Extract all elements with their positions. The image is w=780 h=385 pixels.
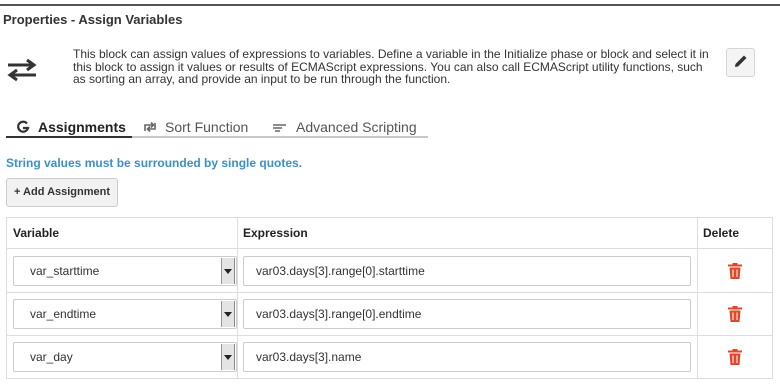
swap-arrows-icon	[6, 58, 38, 82]
expression-input[interactable]: var03.days[3].range[0].endtime	[243, 299, 691, 329]
variable-select-value: var_starttime	[30, 264, 100, 278]
trash-icon	[728, 348, 742, 368]
delete-row-button[interactable]	[725, 262, 745, 282]
expression-input[interactable]: var03.days[3].range[0].starttime	[243, 256, 691, 286]
assignments-table: Variable Expression Delete var_starttime…	[6, 217, 773, 379]
panel-title: Properties - Assign Variables	[3, 12, 183, 27]
trash-icon	[728, 305, 742, 325]
active-tab-indicator	[6, 136, 132, 138]
sort-icon	[143, 120, 157, 134]
delete-row-button[interactable]	[725, 348, 745, 368]
add-assignment-button[interactable]: + Add Assignment	[6, 178, 118, 207]
dropdown-arrow-icon[interactable]	[221, 344, 235, 370]
tab-advanced-scripting[interactable]: Advanced Scripting	[272, 116, 417, 138]
tab-bar: Assignments Sort Function Advanced Scrip…	[6, 112, 428, 138]
variable-header: Variable	[13, 226, 60, 240]
variable-select[interactable]: var_day	[13, 342, 237, 372]
expression-value: var03.days[3].range[0].starttime	[256, 264, 425, 278]
table-row: var_endtime var03.days[3].range[0].endti…	[7, 293, 772, 336]
variable-select[interactable]: var_starttime	[13, 256, 237, 286]
trash-icon	[728, 262, 742, 282]
delete-header: Delete	[703, 226, 740, 240]
expression-value: var03.days[3].range[0].endtime	[256, 307, 422, 321]
expression-input[interactable]: var03.days[3].name	[243, 342, 691, 372]
tab-sort-function-label: Sort Function	[165, 119, 249, 135]
scripting-icon	[272, 120, 288, 134]
expression-value: var03.days[3].name	[256, 350, 362, 364]
variable-select-value: var_day	[30, 350, 73, 364]
table-header: Variable Expression Delete	[7, 218, 772, 249]
delete-row-button[interactable]	[725, 305, 745, 325]
quotes-hint: String values must be surrounded by sing…	[6, 156, 303, 170]
variable-select-value: var_endtime	[30, 307, 97, 321]
table-row: var_day var03.days[3].name	[7, 336, 772, 379]
tab-advanced-scripting-label: Advanced Scripting	[296, 119, 417, 135]
dropdown-arrow-icon[interactable]	[221, 301, 235, 327]
expression-header: Expression	[243, 226, 308, 240]
assignments-icon	[16, 120, 30, 134]
variable-select[interactable]: var_endtime	[13, 299, 237, 329]
tab-assignments-label: Assignments	[38, 119, 126, 135]
edit-button[interactable]	[726, 48, 755, 77]
block-description: This block can assign values of expressi…	[73, 47, 709, 86]
tab-sort-function[interactable]: Sort Function	[143, 116, 248, 138]
tab-assignments[interactable]: Assignments	[16, 116, 126, 138]
table-row: var_starttime var03.days[3].range[0].sta…	[7, 250, 772, 293]
top-border	[0, 4, 780, 6]
dropdown-arrow-icon[interactable]	[221, 258, 235, 284]
pencil-icon	[734, 54, 748, 71]
